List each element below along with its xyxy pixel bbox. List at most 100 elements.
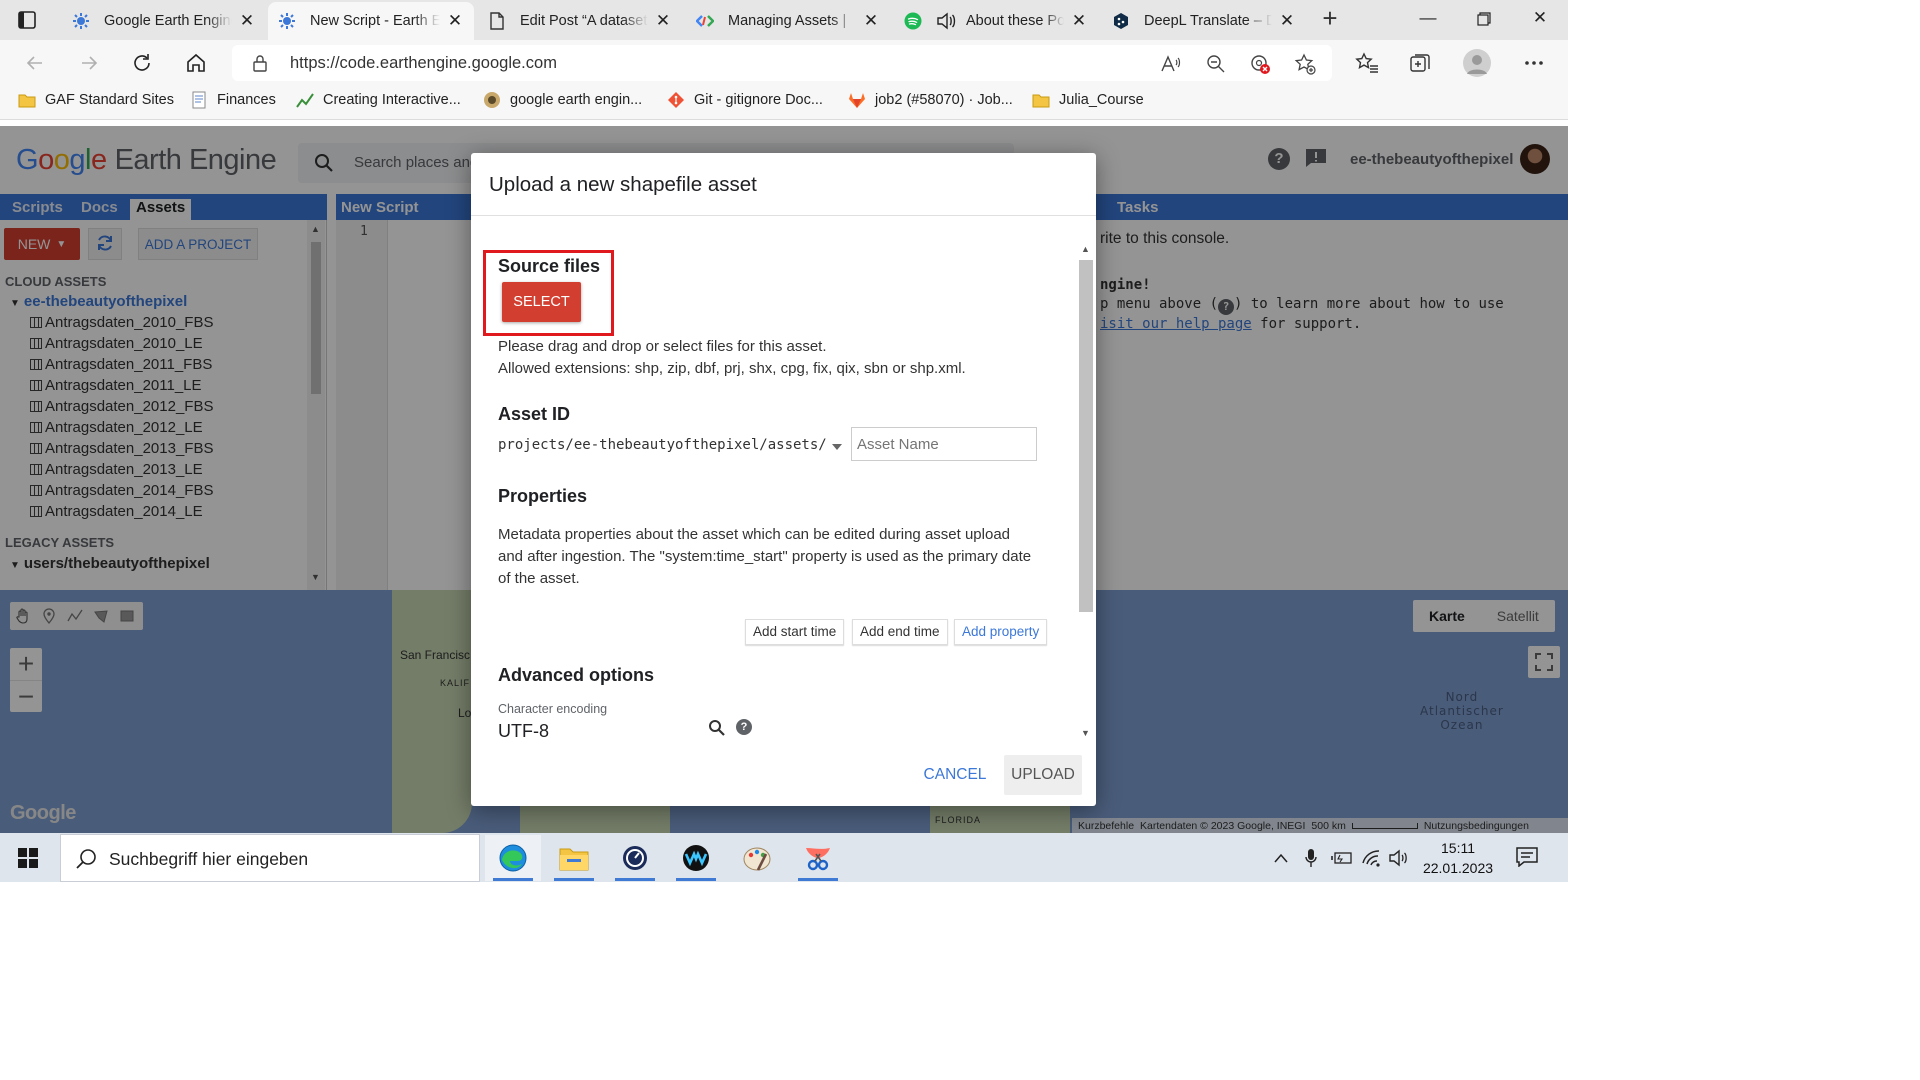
bookmark-label: job2 (#58070) · Job... [875, 92, 1013, 108]
back-icon[interactable] [22, 50, 48, 76]
tab-title: New Script - Earth Engine [310, 13, 440, 29]
help-icon[interactable]: ? [736, 719, 752, 735]
window-close-icon[interactable]: ✕ [1528, 8, 1552, 32]
bookmark-job2[interactable]: job2 (#58070) · Job... [848, 92, 1013, 108]
bookmark-creating-interactive[interactable]: Creating Interactive... [296, 92, 461, 108]
profile-avatar[interactable] [1463, 49, 1491, 77]
select-files-button[interactable]: SELECT [502, 282, 581, 322]
collections-icon[interactable] [1408, 51, 1432, 75]
bookmark-label: Git - gitignore Doc... [694, 92, 823, 108]
favorites-icon[interactable] [1355, 51, 1379, 75]
clock-date: 22.01.2023 [1422, 860, 1494, 876]
bookmark-google-earth-engine[interactable]: google earth engin... [483, 92, 642, 108]
properties-description: Metadata properties about the asset whic… [498, 526, 1011, 543]
close-icon[interactable]: ✕ [446, 11, 464, 31]
tab-new-script[interactable]: New Script - Earth Engine ✕ [268, 2, 474, 40]
edge-icon[interactable] [485, 835, 541, 881]
speaker-icon[interactable] [936, 12, 956, 30]
folder-icon [1032, 92, 1050, 108]
tab-edit-post[interactable]: Edit Post “A dataset ✕ [478, 2, 682, 40]
add-favorite-icon[interactable] [1294, 53, 1316, 75]
notification-icon[interactable] [1516, 847, 1538, 868]
webex-icon[interactable] [668, 835, 724, 881]
cancel-button[interactable]: CANCEL [915, 758, 995, 792]
advanced-options-label: Advanced options [498, 665, 655, 685]
doc-icon [190, 91, 208, 109]
encoding-value[interactable]: UTF-8 [498, 721, 549, 742]
add-start-time-button[interactable]: Add start time [745, 619, 845, 645]
gee-icon [483, 92, 501, 108]
dialog-title: Upload a new shapefile asset [489, 173, 757, 196]
restore-icon[interactable] [1472, 8, 1496, 32]
forward-icon[interactable] [76, 50, 102, 76]
app-timer-icon[interactable] [607, 835, 663, 881]
add-property-button[interactable]: Add property [954, 619, 1048, 645]
file-explorer-icon[interactable] [546, 835, 602, 881]
home-icon[interactable] [183, 50, 209, 76]
battery-icon[interactable] [1330, 847, 1354, 869]
scrollbar-thumb[interactable] [1079, 260, 1093, 612]
bookmark-julia-course[interactable]: Julia_Course [1032, 92, 1144, 108]
bookmark-git-gitignore[interactable]: Git - gitignore Doc... [667, 92, 823, 108]
new-tab-button[interactable]: + [1318, 5, 1342, 32]
tab-title: Managing Assets | [728, 13, 847, 29]
windows-taskbar: Suchbegriff hier eingeben 15:11 22.01.20… [0, 833, 1568, 882]
paint-icon[interactable] [729, 835, 785, 881]
bookmark-finances[interactable]: Finances [190, 91, 276, 109]
close-icon[interactable]: ✕ [1070, 11, 1088, 31]
earth-engine-page: Google Earth Engine Search places and dat… [0, 126, 1568, 833]
snipping-tool-icon[interactable] [790, 835, 846, 881]
address-bar[interactable]: https://code.earthengine.google.com [232, 45, 1332, 81]
clock-time: 15:11 [1441, 840, 1475, 856]
zoom-out-icon[interactable] [1205, 53, 1227, 75]
taskbar-search-placeholder: Suchbegriff hier eingeben [109, 849, 309, 869]
google-dev-icon [696, 12, 714, 30]
chevron-up-icon[interactable] [1272, 847, 1290, 869]
document-icon [488, 12, 506, 30]
bookmark-gaf-standard-sites[interactable]: GAF Standard Sites [18, 92, 174, 108]
taskbar-search[interactable]: Suchbegriff hier eingeben [60, 834, 480, 882]
close-icon[interactable]: ✕ [1278, 11, 1296, 31]
deepl-icon [1112, 12, 1130, 30]
minimize-icon[interactable]: — [1416, 8, 1440, 32]
properties-label: Properties [498, 486, 588, 506]
close-icon[interactable]: ✕ [862, 11, 880, 31]
gitlab-icon [848, 92, 866, 108]
tab-strip: Google Earth Engine ✕ New Script - Earth… [0, 0, 1568, 40]
asset-name-input[interactable] [851, 427, 1037, 461]
microphone-icon[interactable] [1302, 847, 1320, 869]
source-files-label: Source files [498, 256, 601, 276]
add-end-time-button[interactable]: Add end time [852, 619, 948, 645]
tab-google-earth-engine[interactable]: Google Earth Engine ✕ [62, 2, 266, 40]
tab-deepl[interactable]: DeepL Translate – D ✕ [1102, 2, 1306, 40]
tab-actions-icon[interactable] [16, 9, 38, 31]
extensions-text: Allowed extensions: shp, zip, dbf, prj, … [498, 360, 966, 377]
encoding-label: Character encoding [498, 702, 608, 716]
close-icon[interactable]: ✕ [238, 11, 256, 31]
chevron-down-icon[interactable] [832, 444, 842, 450]
more-menu-icon[interactable] [1522, 51, 1546, 75]
bookmark-label: google earth engin... [510, 92, 643, 108]
bookmarks-bar: GAF Standard Sites Finances Creating Int… [0, 86, 1568, 120]
tab-title: DeepL Translate – D [1144, 13, 1272, 29]
scroll-up-icon[interactable]: ▲ [1081, 244, 1090, 254]
system-clock[interactable]: 15:11 22.01.2023 [1410, 838, 1506, 878]
tab-about-these[interactable]: About these Po ✕ [894, 2, 1098, 40]
tracking-prevention-icon[interactable] [1249, 53, 1271, 75]
read-aloud-icon[interactable] [1160, 53, 1182, 75]
asset-path-prefix[interactable]: projects/ee-thebeautyofthepixel/assets/ [498, 437, 827, 453]
folder-icon [18, 92, 36, 108]
drag-drop-text: Please drag and drop or select files for… [498, 338, 827, 355]
close-icon[interactable]: ✕ [654, 11, 672, 31]
search-icon[interactable] [708, 719, 726, 740]
upload-button[interactable]: UPLOAD [1004, 755, 1082, 795]
lock-icon[interactable] [252, 54, 268, 75]
windows-start-icon[interactable] [18, 848, 38, 868]
tab-managing-assets[interactable]: Managing Assets | ✕ [686, 2, 890, 40]
reload-icon[interactable] [129, 50, 155, 76]
wifi-icon[interactable] [1360, 847, 1384, 869]
url-text: https://code.earthengine.google.com [290, 54, 557, 72]
volume-icon[interactable] [1388, 847, 1410, 869]
dialog-scrollbar[interactable]: ▲ ▼ [1077, 240, 1093, 746]
scroll-down-icon[interactable]: ▼ [1081, 728, 1090, 738]
